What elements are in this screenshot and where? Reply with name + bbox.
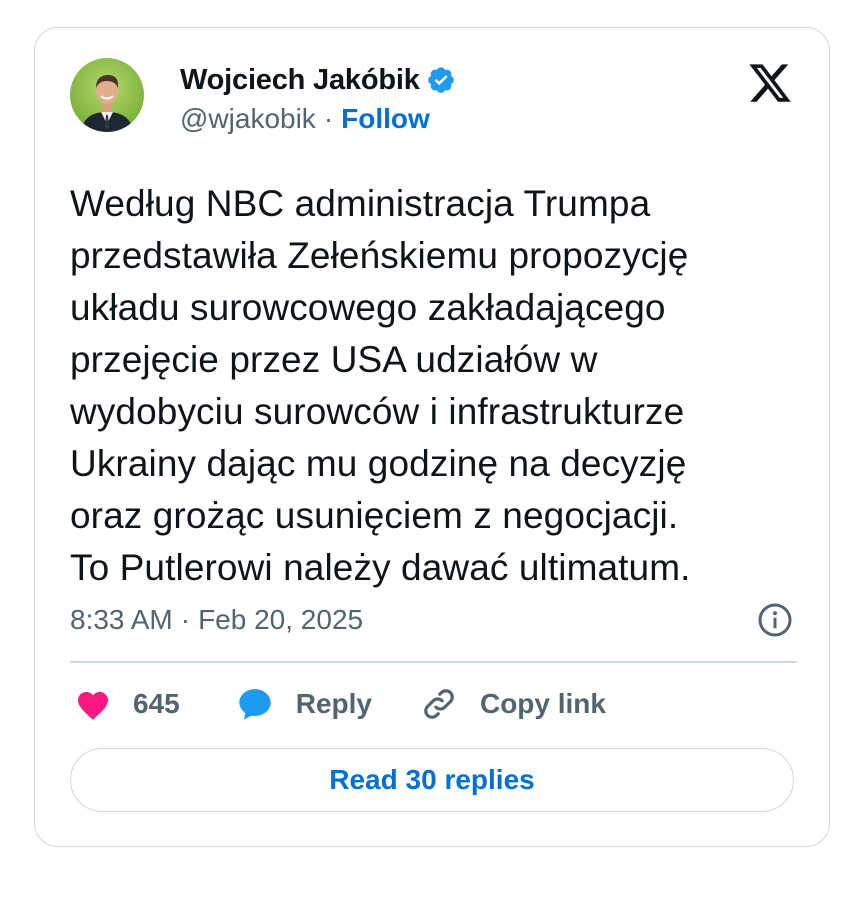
date-separator: ·: [180, 604, 191, 635]
verified-badge-icon: [426, 65, 456, 95]
tweet-line: Według NBC administracja Trumpa: [70, 183, 651, 224]
tweet-line: układu surowcowego zakładającego: [70, 287, 666, 328]
tweet-line: przedstawiła Zełeńskiemu propozycję: [70, 235, 689, 276]
author-block: Wojciech Jakóbik @wjakobik · Follow: [180, 61, 456, 135]
speech-bubble-icon: [236, 686, 274, 722]
read-replies-button[interactable]: Read 30 replies: [70, 748, 794, 812]
name-row: Wojciech Jakóbik: [180, 61, 456, 99]
x-logo-icon[interactable]: [747, 60, 793, 106]
tweet-card: Wojciech Jakóbik @wjakobik · Follow Wedł…: [34, 27, 830, 847]
avatar[interactable]: [70, 58, 144, 132]
reply-label: Reply: [295, 688, 372, 719]
handle-row: @wjakobik · Follow: [180, 103, 456, 135]
author-name[interactable]: Wojciech Jakóbik: [180, 64, 420, 97]
action-bar: 645 Reply Copy link: [75, 680, 606, 728]
link-icon: [420, 685, 458, 723]
heart-icon: [75, 687, 111, 721]
copy-link-label: Copy link: [479, 688, 606, 719]
handle-separator: ·: [323, 103, 334, 134]
divider: [70, 661, 797, 663]
copy-link-button[interactable]: Copy link: [420, 685, 606, 723]
like-count: 645: [133, 688, 180, 719]
tweet-line: oraz grożąc usunięciem z negocjacji.: [70, 495, 679, 536]
tweet-line: przejęcie przez USA udziałów w: [70, 339, 598, 380]
tweet-text: Według NBC administracja Trumpa przedsta…: [70, 178, 810, 594]
tweet-meta: 8:33 AM · Feb 20, 2025: [70, 600, 793, 640]
follow-button[interactable]: Follow: [341, 103, 430, 135]
author-handle[interactable]: @wjakobik: [180, 103, 316, 135]
tweet-line: To Putlerowi należy dawać ultimatum.: [70, 547, 691, 588]
tweet-date: Feb 20, 2025: [198, 604, 364, 635]
read-replies-label: Read 30 replies: [329, 764, 535, 795]
timestamp[interactable]: 8:33 AM · Feb 20, 2025: [70, 604, 363, 636]
tweet-time: 8:33 AM: [70, 604, 173, 635]
reply-button[interactable]: Reply: [236, 686, 372, 722]
tweet-line: wydobyciu surowców i infrastrukturze: [70, 391, 685, 432]
avatar-image: [70, 58, 144, 132]
tweet-line: Ukrainy dając mu godzinę na decyzję: [70, 443, 687, 484]
like-button[interactable]: 645: [75, 687, 180, 721]
info-icon[interactable]: [757, 602, 793, 638]
